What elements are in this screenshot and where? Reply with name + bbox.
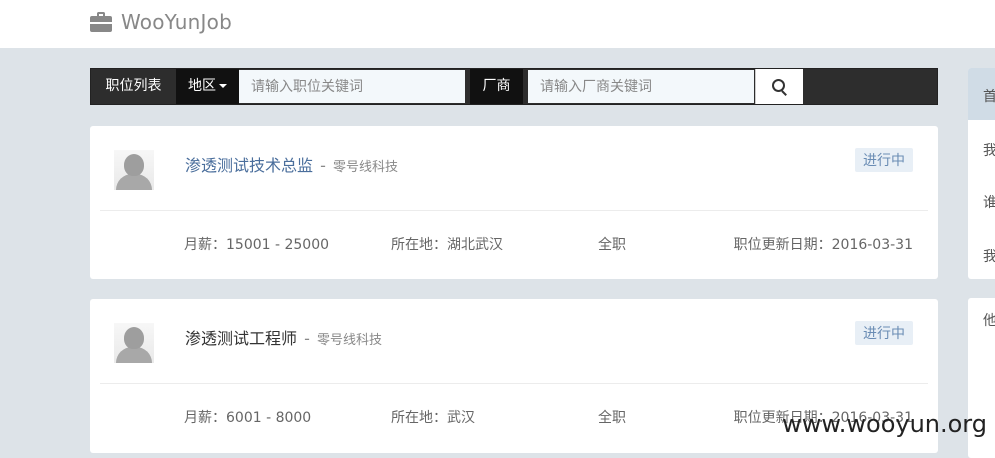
sidebar-item-my-2[interactable]: 我 bbox=[983, 246, 995, 266]
region-label: 地区 bbox=[188, 78, 216, 94]
job-list-link[interactable]: 职位列表 bbox=[91, 69, 176, 104]
status-badge: 进行中 bbox=[855, 148, 913, 172]
job-type-text: 全职 bbox=[598, 237, 626, 253]
salary-text: 月薪：15001 - 25000 bbox=[184, 237, 330, 253]
briefcase-icon bbox=[90, 12, 112, 32]
sidebar-item-home[interactable]: 首 bbox=[983, 86, 995, 106]
location-text: 所在地：湖北武汉 bbox=[391, 237, 503, 253]
caret-down-icon bbox=[219, 84, 227, 88]
brand[interactable]: WooYunJob bbox=[90, 10, 232, 34]
company-name[interactable]: 零号线科技 bbox=[317, 333, 382, 348]
job-title-link[interactable]: 渗透测试工程师 bbox=[185, 329, 297, 348]
right-sidebar-menu: 首 我 谁 我 bbox=[968, 68, 995, 279]
job-keyword-input[interactable] bbox=[239, 70, 465, 103]
company-name[interactable]: 零号线科技 bbox=[333, 160, 398, 175]
sidebar-item-my[interactable]: 我 bbox=[983, 140, 995, 160]
sidebar-item-who[interactable]: 谁 bbox=[983, 192, 995, 212]
watermark: www.wooyun.org bbox=[782, 410, 987, 438]
vendor-keyword-input[interactable] bbox=[528, 70, 754, 103]
salary-text: 月薪：6001 - 8000 bbox=[184, 410, 312, 426]
company-avatar bbox=[114, 150, 154, 190]
title-separator: - bbox=[320, 156, 326, 175]
job-card: 渗透测试技术总监 - 零号线科技 进行中 月薪：15001 - 25000 所在… bbox=[90, 126, 938, 279]
job-title-link[interactable]: 渗透测试技术总监 bbox=[185, 156, 313, 175]
location-text: 所在地：武汉 bbox=[391, 410, 475, 426]
job-title-row: 渗透测试技术总监 - 零号线科技 bbox=[185, 152, 398, 176]
search-button[interactable] bbox=[755, 69, 803, 104]
company-avatar bbox=[114, 323, 154, 363]
status-badge: 进行中 bbox=[855, 321, 913, 345]
job-title-row: 渗透测试工程师 - 零号线科技 bbox=[185, 325, 382, 349]
title-separator: - bbox=[304, 329, 310, 348]
divider bbox=[100, 383, 928, 384]
top-navbar: WooYunJob bbox=[0, 0, 995, 48]
sidebar-item-other[interactable]: 他 bbox=[983, 310, 995, 330]
divider bbox=[100, 210, 928, 211]
search-icon bbox=[771, 78, 788, 96]
job-type-text: 全职 bbox=[598, 410, 626, 426]
search-bar: 职位列表 地区 厂商 bbox=[90, 68, 938, 105]
update-date-text: 职位更新日期：2016-03-31 bbox=[733, 237, 913, 253]
brand-name[interactable]: WooYunJob bbox=[121, 10, 232, 34]
region-dropdown[interactable]: 地区 bbox=[176, 69, 239, 104]
vendor-label: 厂商 bbox=[470, 69, 523, 104]
